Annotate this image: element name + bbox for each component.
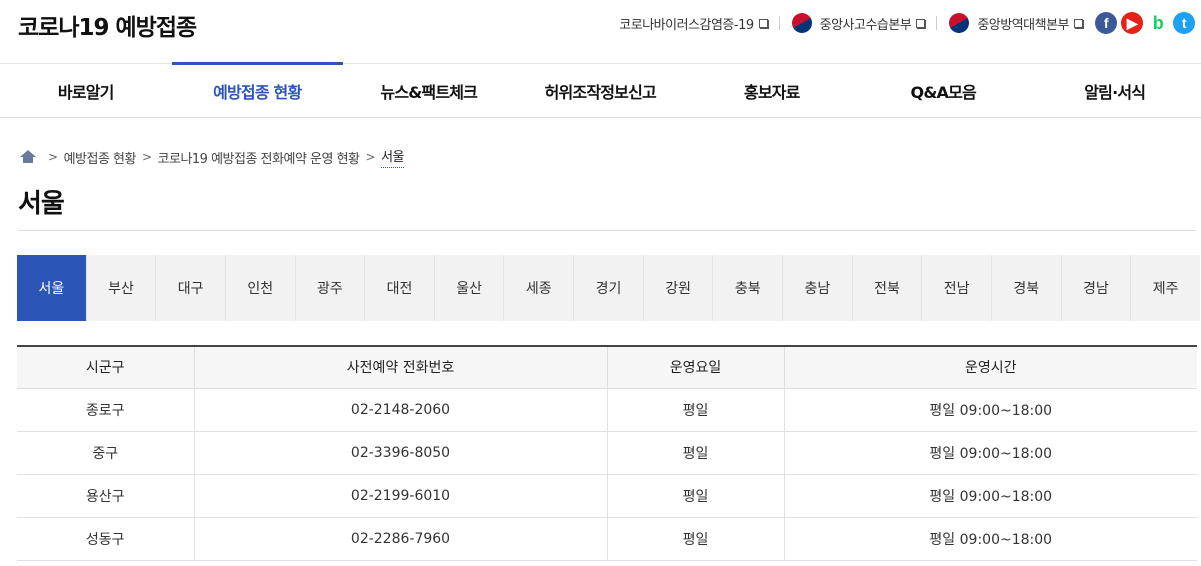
tab-gwangju[interactable]: 광주 xyxy=(296,255,366,321)
tab-gyeonggi[interactable]: 경기 xyxy=(574,255,644,321)
chevron-right-icon: > xyxy=(365,150,376,164)
divider xyxy=(936,16,938,30)
external-link-icon xyxy=(758,18,768,28)
phone-cell: 02-2148-2060 xyxy=(194,388,608,432)
table-row: 성동구 02-2286-7960 평일 평일 09:00~18:00 xyxy=(17,517,1197,561)
hours-cell: 평일 09:00~18:00 xyxy=(784,474,1197,518)
government-emblem-icon xyxy=(787,9,816,37)
util-link-cdscht[interactable]: 중앙사고수습본부 xyxy=(787,9,926,37)
tab-gyeongbuk[interactable]: 경북 xyxy=(992,255,1062,321)
phone-cell: 02-2199-6010 xyxy=(194,474,608,518)
nav-item-qa[interactable]: Q&A모음 xyxy=(858,64,1030,117)
reservation-table: 시군구 사전예약 전화번호 운영요일 운영시간 종로구 02-2148-2060… xyxy=(17,345,1197,561)
divider xyxy=(778,16,780,30)
sns-links: f ▶ b t xyxy=(1095,12,1195,34)
tab-daejeon[interactable]: 대전 xyxy=(365,255,435,321)
district-cell: 중구 xyxy=(17,431,195,475)
breadcrumb-item[interactable]: 예방접종 현황 xyxy=(64,148,137,167)
tab-incheon[interactable]: 인천 xyxy=(226,255,296,321)
external-link-icon xyxy=(916,18,926,28)
table-header-row: 시군구 사전예약 전화번호 운영요일 운영시간 xyxy=(17,346,1197,389)
breadcrumb: > 예방접종 현황 > 코로나19 예방접종 전화예약 운영 현황 > 서울 xyxy=(20,146,404,168)
nav-item-news-factcheck[interactable]: 뉴스&팩트체크 xyxy=(343,64,515,117)
nav-item-notice[interactable]: 알림·서식 xyxy=(1029,64,1201,117)
tab-seoul[interactable]: 서울 xyxy=(17,255,87,321)
tab-daegu[interactable]: 대구 xyxy=(156,255,226,321)
column-header: 시군구 xyxy=(17,346,195,389)
tab-ulsan[interactable]: 울산 xyxy=(435,255,505,321)
government-emblem-icon xyxy=(945,9,973,37)
tab-sejong[interactable]: 세종 xyxy=(504,255,575,321)
phone-cell: 02-3396-8050 xyxy=(194,431,608,475)
district-cell: 종로구 xyxy=(17,388,195,432)
blog-icon[interactable]: b xyxy=(1147,12,1169,34)
days-cell: 평일 xyxy=(607,474,785,518)
table-row: 용산구 02-2199-6010 평일 평일 09:00~18:00 xyxy=(17,474,1197,518)
nav-item-misinformation-report[interactable]: 허위조작정보신고 xyxy=(515,64,687,117)
util-link-cdcht[interactable]: 중앙방역대책본부 xyxy=(945,9,1083,37)
phone-cell: 02-2286-7960 xyxy=(194,517,608,561)
tab-gangwon[interactable]: 강원 xyxy=(644,255,714,321)
column-header: 사전예약 전화번호 xyxy=(194,346,608,389)
nav-item-vaccination-status[interactable]: 예방접종 현황 xyxy=(171,62,344,117)
top-header: 코로나19 예방접종 코로나바이러스감염증-19 중앙사고수습본부 중앙방역대책… xyxy=(0,0,1201,64)
breadcrumb-item[interactable]: 코로나19 예방접종 전화예약 운영 현황 xyxy=(158,148,360,167)
chevron-right-icon: > xyxy=(48,150,58,164)
chevron-right-icon: > xyxy=(141,150,152,164)
nav-item-about[interactable]: 바로알기 xyxy=(0,64,172,117)
home-icon[interactable] xyxy=(20,150,36,164)
util-link-label: 중앙사고수습본부 xyxy=(819,17,912,33)
tab-busan[interactable]: 부산 xyxy=(87,255,157,321)
district-cell: 용산구 xyxy=(17,474,195,518)
external-link-icon xyxy=(1074,18,1083,28)
tab-gyeongnam[interactable]: 경남 xyxy=(1062,255,1132,321)
main-navigation: 바로알기 예방접종 현황 뉴스&팩트체크 허위조작정보신고 홍보자료 Q&A모음… xyxy=(0,62,1201,118)
util-link-label: 중앙방역대책본부 xyxy=(977,17,1069,33)
tab-jeonnam[interactable]: 전남 xyxy=(922,255,992,321)
table-row: 종로구 02-2148-2060 평일 평일 09:00~18:00 xyxy=(17,388,1197,432)
tab-chungbuk[interactable]: 충북 xyxy=(713,255,784,321)
column-header: 운영시간 xyxy=(784,346,1197,389)
util-link-covid19[interactable]: 코로나바이러스감염증-19 xyxy=(619,14,768,33)
table-row: 중구 02-3396-8050 평일 평일 09:00~18:00 xyxy=(17,431,1197,475)
hours-cell: 평일 09:00~18:00 xyxy=(784,517,1197,561)
breadcrumb-current: 서울 xyxy=(381,146,404,168)
tab-jeju[interactable]: 제주 xyxy=(1131,255,1200,321)
days-cell: 평일 xyxy=(607,388,785,432)
youtube-icon[interactable]: ▶ xyxy=(1121,12,1143,34)
util-link-label: 코로나바이러스감염증-19 xyxy=(619,17,754,33)
title-divider xyxy=(18,230,1196,231)
tab-jeonbuk[interactable]: 전북 xyxy=(853,255,923,321)
nav-item-promotion[interactable]: 홍보자료 xyxy=(686,64,858,117)
site-logo[interactable]: 코로나19 예방접종 xyxy=(18,8,197,42)
days-cell: 평일 xyxy=(607,517,785,561)
page-title: 서울 xyxy=(18,189,65,219)
facebook-icon[interactable]: f xyxy=(1095,12,1117,34)
column-header: 운영요일 xyxy=(607,346,785,389)
utility-links: 코로나바이러스감염증-19 중앙사고수습본부 중앙방역대책본부 f ▶ b t xyxy=(619,9,1195,37)
region-tabs: 서울 부산 대구 인천 광주 대전 울산 세종 경기 강원 충북 충남 전북 전… xyxy=(17,255,1200,321)
tab-chungnam[interactable]: 충남 xyxy=(783,255,853,321)
hours-cell: 평일 09:00~18:00 xyxy=(784,388,1197,432)
district-cell: 성동구 xyxy=(17,517,195,561)
days-cell: 평일 xyxy=(607,431,785,475)
hours-cell: 평일 09:00~18:00 xyxy=(784,431,1197,475)
twitter-icon[interactable]: t xyxy=(1173,12,1195,34)
